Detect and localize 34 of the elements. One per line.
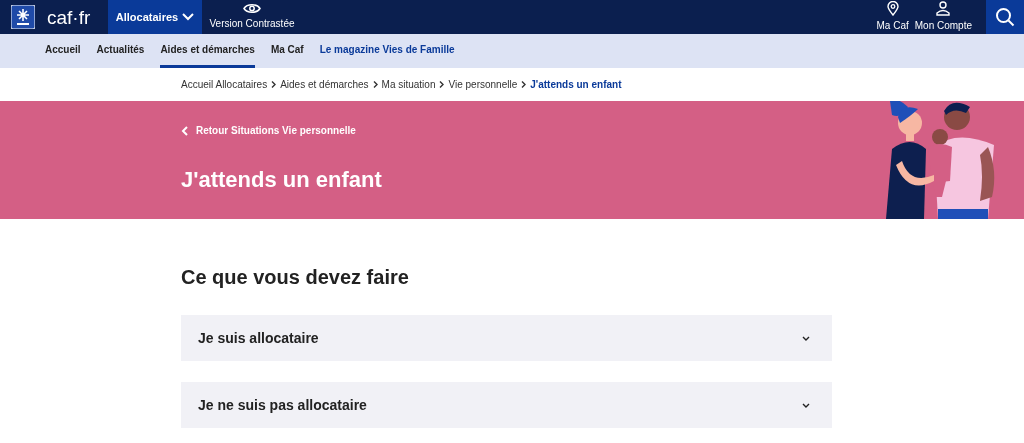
location-pin-icon	[886, 1, 899, 16]
accordion-header[interactable]: Je suis allocataire	[181, 315, 832, 361]
section-title: Ce que vous devez faire	[181, 265, 410, 290]
user-icon	[936, 1, 951, 16]
account-link[interactable]: Mon Compte	[914, 0, 972, 34]
nav-tab[interactable]: Accueil	[45, 34, 81, 68]
contrast-link[interactable]: Version Contrastée	[202, 0, 302, 34]
chevron-down-icon	[802, 335, 810, 341]
search-button[interactable]	[986, 0, 1024, 34]
chevron-down-icon	[802, 402, 810, 408]
page-title: J'attends un enfant	[181, 166, 382, 194]
nav-tab[interactable]: Le magazine Vies de Famille	[319, 34, 455, 68]
chevron-down-icon	[182, 13, 195, 21]
eye-icon	[243, 3, 261, 14]
breadcrumb-link[interactable]: Aides et démarches	[280, 77, 369, 92]
breadcrumb-link[interactable]: Vie personnelle	[448, 77, 518, 92]
menu-button[interactable]: Allocataires	[108, 0, 202, 34]
nav-tab[interactable]: Ma Caf	[270, 34, 304, 68]
search-icon	[995, 7, 1015, 27]
logo-text[interactable]: caf·fr	[47, 7, 91, 27]
breadcrumb-current[interactable]: J'attends un enfant	[530, 77, 622, 92]
chevron-left-icon	[181, 125, 188, 136]
back-link[interactable]: Retour Situations Vie personnelle	[181, 123, 356, 138]
chevron-right-icon	[372, 81, 378, 88]
chevron-right-icon	[521, 81, 527, 88]
chevron-right-icon	[439, 81, 445, 88]
nav-tab[interactable]: Actualités	[96, 34, 145, 68]
breadcrumb-link[interactable]: Accueil Allocataires	[181, 77, 268, 92]
breadcrumb-link[interactable]: Ma situation	[381, 77, 436, 92]
chevron-right-icon	[271, 81, 277, 88]
accordion-header[interactable]: Je ne suis pas allocataire	[181, 382, 832, 428]
location-link[interactable]: Ma Caf	[876, 0, 909, 34]
logo-icon[interactable]	[11, 5, 35, 29]
nav-tab[interactable]: Aides et démarches	[160, 34, 255, 68]
